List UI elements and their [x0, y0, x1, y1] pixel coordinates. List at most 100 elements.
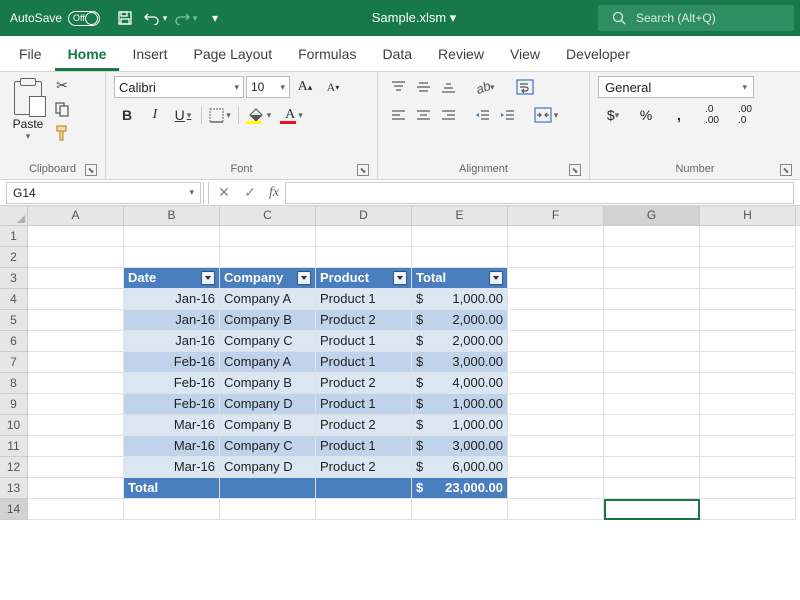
row-header[interactable]: 3: [0, 268, 28, 289]
cell[interactable]: [508, 457, 604, 478]
filter-icon[interactable]: [297, 271, 311, 285]
decrease-indent-icon[interactable]: [470, 104, 494, 126]
number-launcher[interactable]: ⬊: [780, 164, 792, 176]
cell[interactable]: [316, 499, 412, 520]
decrease-font-icon[interactable]: A▾: [320, 76, 346, 98]
cell[interactable]: Company D: [220, 394, 316, 415]
cell[interactable]: Product 1: [316, 352, 412, 373]
cell[interactable]: Company B: [220, 310, 316, 331]
save-icon[interactable]: [112, 5, 138, 31]
cell[interactable]: [508, 289, 604, 310]
cell[interactable]: [700, 457, 796, 478]
row-header[interactable]: 7: [0, 352, 28, 373]
cell[interactable]: [508, 247, 604, 268]
qat-customize-icon[interactable]: ▾: [202, 5, 228, 31]
tab-view[interactable]: View: [497, 39, 553, 71]
cell[interactable]: [604, 394, 700, 415]
filter-icon[interactable]: [489, 271, 503, 285]
font-name-select[interactable]: Calibri▾: [114, 76, 244, 98]
cell[interactable]: [508, 373, 604, 394]
cell[interactable]: [700, 289, 796, 310]
cell[interactable]: $23,000.00: [412, 478, 508, 499]
cell[interactable]: [700, 415, 796, 436]
cell[interactable]: $1,000.00: [412, 415, 508, 436]
cell[interactable]: Jan-16: [124, 310, 220, 331]
name-box[interactable]: G14▾: [6, 182, 201, 204]
cell[interactable]: [316, 247, 412, 268]
cell[interactable]: Feb-16: [124, 394, 220, 415]
cell[interactable]: [700, 226, 796, 247]
cell[interactable]: [508, 436, 604, 457]
increase-decimal-icon[interactable]: .0.00: [697, 104, 727, 126]
cell[interactable]: $4,000.00: [412, 373, 508, 394]
cell[interactable]: [316, 226, 412, 247]
cell[interactable]: [28, 310, 124, 331]
cell[interactable]: [508, 226, 604, 247]
cell[interactable]: [28, 289, 124, 310]
cell[interactable]: [28, 499, 124, 520]
cell[interactable]: [604, 499, 700, 520]
cell[interactable]: Company: [220, 268, 316, 289]
italic-button[interactable]: I: [142, 104, 168, 126]
font-launcher[interactable]: ⬊: [357, 164, 369, 176]
cell[interactable]: [124, 499, 220, 520]
cell[interactable]: [604, 226, 700, 247]
number-format-select[interactable]: General▾: [598, 76, 754, 98]
search-input[interactable]: Search (Alt+Q): [598, 5, 794, 31]
cell[interactable]: [28, 331, 124, 352]
cell[interactable]: Company A: [220, 289, 316, 310]
cell[interactable]: Mar-16: [124, 415, 220, 436]
format-painter-icon[interactable]: [52, 124, 72, 142]
tab-review[interactable]: Review: [425, 39, 497, 71]
filter-icon[interactable]: [201, 271, 215, 285]
cell[interactable]: [28, 394, 124, 415]
cell[interactable]: Product 1: [316, 289, 412, 310]
cell[interactable]: Product 2: [316, 310, 412, 331]
cell[interactable]: Product 1: [316, 436, 412, 457]
cell[interactable]: [508, 331, 604, 352]
clipboard-launcher[interactable]: ⬊: [85, 164, 97, 176]
row-header[interactable]: 10: [0, 415, 28, 436]
cancel-formula-icon[interactable]: ✕: [211, 184, 237, 201]
cell[interactable]: [508, 499, 604, 520]
column-header[interactable]: D: [316, 206, 412, 226]
cell[interactable]: [700, 310, 796, 331]
cell[interactable]: Company B: [220, 415, 316, 436]
wrap-text-icon[interactable]: [510, 76, 540, 98]
cell[interactable]: Product 2: [316, 373, 412, 394]
cell[interactable]: [28, 268, 124, 289]
align-bottom-icon[interactable]: [436, 76, 460, 98]
cell[interactable]: $1,000.00: [412, 289, 508, 310]
tab-insert[interactable]: Insert: [119, 39, 180, 71]
accounting-format-button[interactable]: $ ▾: [598, 104, 628, 126]
tab-file[interactable]: File: [6, 39, 55, 71]
column-header[interactable]: G: [604, 206, 700, 226]
cell[interactable]: [28, 247, 124, 268]
cell[interactable]: [508, 352, 604, 373]
font-color-button[interactable]: A▾: [278, 104, 310, 126]
cell[interactable]: [28, 415, 124, 436]
cell[interactable]: [700, 373, 796, 394]
decrease-decimal-icon[interactable]: .00.0: [730, 104, 760, 126]
autosave-toggle[interactable]: AutoSave Off: [10, 11, 100, 26]
cell[interactable]: [220, 247, 316, 268]
cell[interactable]: [220, 499, 316, 520]
bold-button[interactable]: B: [114, 104, 140, 126]
cell[interactable]: Product: [316, 268, 412, 289]
cell[interactable]: $3,000.00: [412, 436, 508, 457]
cell[interactable]: [604, 310, 700, 331]
cell[interactable]: [700, 478, 796, 499]
filter-icon[interactable]: [393, 271, 407, 285]
tab-home[interactable]: Home: [55, 39, 120, 71]
align-left-icon[interactable]: [386, 104, 410, 126]
cell[interactable]: [700, 499, 796, 520]
cell[interactable]: [412, 226, 508, 247]
column-header[interactable]: C: [220, 206, 316, 226]
confirm-formula-icon[interactable]: ✓: [237, 184, 263, 201]
cell[interactable]: Product 1: [316, 394, 412, 415]
cell[interactable]: Total: [412, 268, 508, 289]
cell[interactable]: [28, 352, 124, 373]
cell[interactable]: [604, 268, 700, 289]
cell[interactable]: [604, 415, 700, 436]
column-header[interactable]: H: [700, 206, 796, 226]
